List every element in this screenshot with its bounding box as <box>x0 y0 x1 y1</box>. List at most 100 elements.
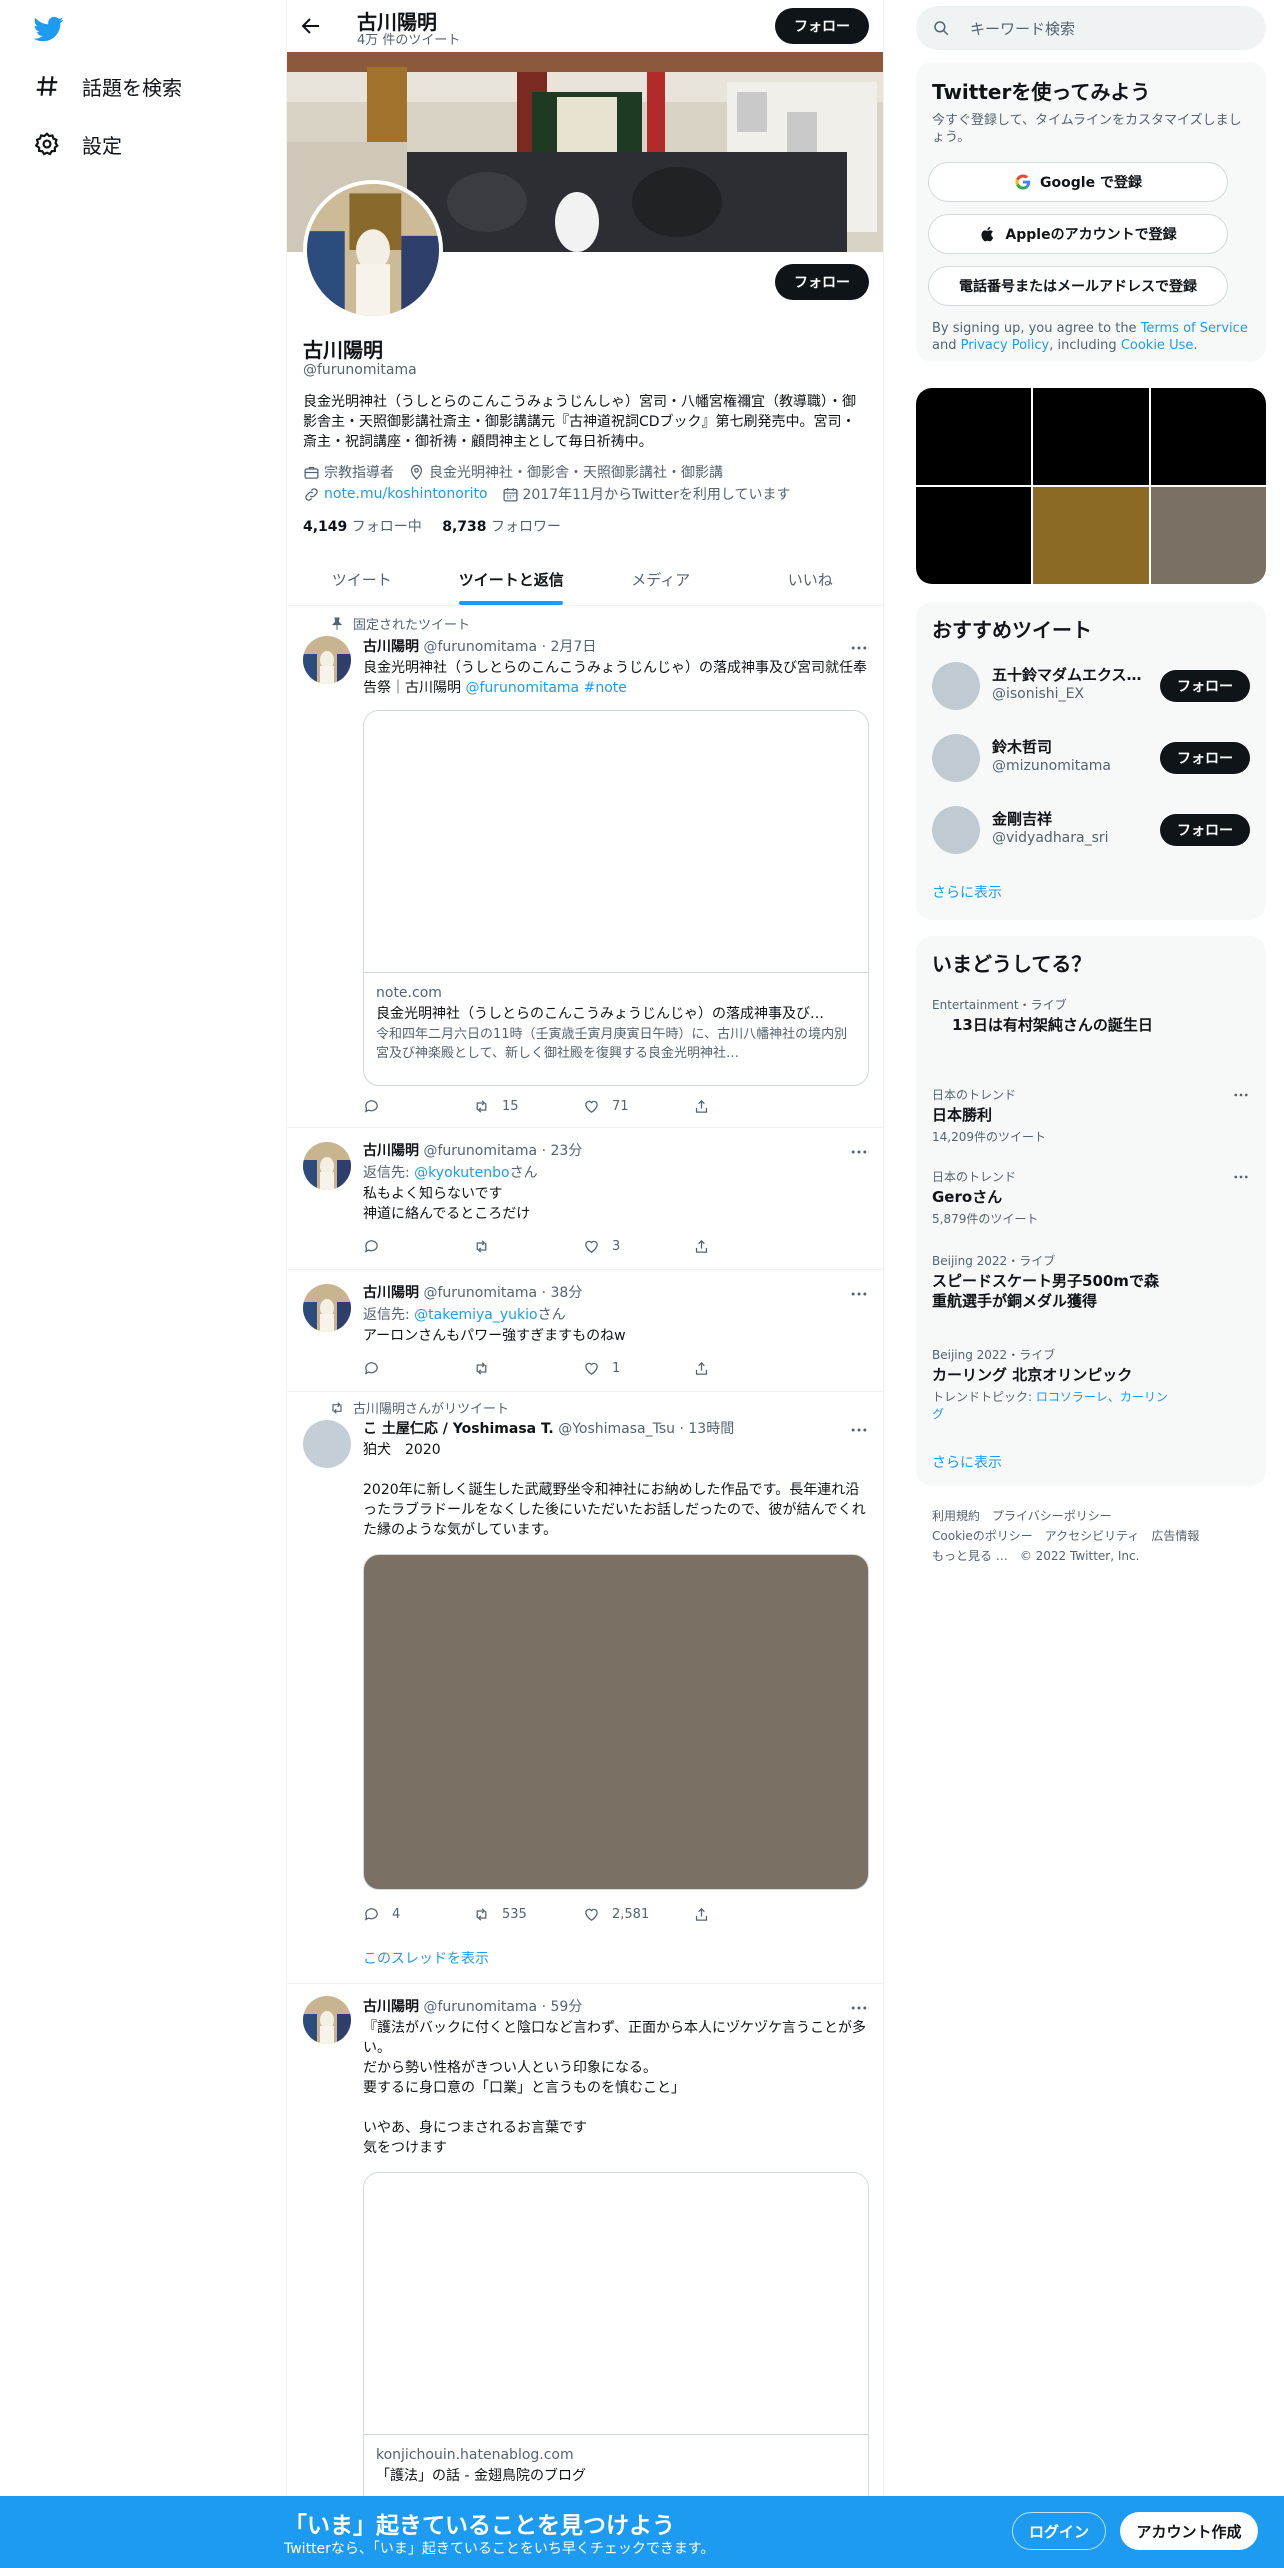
google-signup-button[interactable]: Google で登録 <box>928 162 1228 202</box>
retweet-button[interactable] <box>473 1358 583 1378</box>
tweet-author-name[interactable]: こ 土屋仁応 / Yoshimasa T. <box>363 1421 554 1437</box>
avatar[interactable] <box>932 734 980 782</box>
tweet-author-name[interactable]: 古川陽明 <box>363 1999 419 2015</box>
back-arrow-icon[interactable] <box>299 14 323 38</box>
trend-item[interactable]: Beijing 2022・ライブ スピードスケート男子500mで森重航選手が銅メ… <box>932 1252 1172 1311</box>
tweet-time[interactable]: 13時間 <box>688 1421 734 1437</box>
tweet-reply-2[interactable]: 古川陽明 @furunomitama · 38分 返信先: @takemiya_… <box>287 1270 883 1392</box>
profile-follow-button[interactable]: フォロー <box>775 264 869 300</box>
more-options-icon[interactable] <box>1232 1168 1250 1186</box>
tweet-time[interactable]: 23分 <box>551 1143 583 1159</box>
tweet-pinned[interactable]: 固定されたツイート 古川陽明 @furunomitama · 2月7日 良金光明… <box>287 606 883 1128</box>
like-button[interactable]: 1 <box>583 1358 693 1378</box>
avatar[interactable] <box>303 636 351 684</box>
reply-button[interactable]: 4 <box>363 1904 473 1924</box>
footer-link[interactable]: 広告情報 <box>1151 1529 1199 1543</box>
signup-button[interactable]: アカウント作成 <box>1120 2512 1258 2550</box>
recommend-follow-button[interactable]: フォロー <box>1160 814 1250 846</box>
reply-to-link[interactable]: @kyokutenbo <box>414 1165 509 1181</box>
tweet-author-handle[interactable]: @Yoshimasa_Tsu <box>558 1421 675 1437</box>
tab-media[interactable]: メディア <box>586 554 736 605</box>
reply-button[interactable] <box>363 1236 473 1256</box>
recommend-user[interactable]: 鈴木哲司 @mizunomitama フォロー <box>932 730 1250 786</box>
terms-link[interactable]: Terms of Service <box>1141 321 1248 336</box>
show-thread-link[interactable]: このスレッドを表示 <box>363 1948 489 1968</box>
avatar[interactable] <box>303 1142 351 1190</box>
nav-explore[interactable]: 話題を検索 <box>34 66 182 106</box>
recommend-follow-button[interactable]: フォロー <box>1160 670 1250 702</box>
tweet-author-handle[interactable]: @furunomitama <box>423 639 537 655</box>
tweet-author-handle[interactable]: @furunomitama <box>423 1285 537 1301</box>
privacy-link[interactable]: Privacy Policy <box>961 338 1050 353</box>
avatar[interactable] <box>303 1420 351 1468</box>
tab-tweets[interactable]: ツイート <box>287 554 437 605</box>
recommend-follow-button[interactable]: フォロー <box>1160 742 1250 774</box>
tweet-author-handle[interactable]: @furunomitama <box>423 1999 537 2015</box>
footer-more-link[interactable]: もっと見る … <box>932 1549 1008 1563</box>
tweet-retweet[interactable]: 古川陽明さんがリツイート こ 土屋仁応 / Yoshimasa T. @Yosh… <box>287 1392 883 1984</box>
more-options-icon[interactable] <box>849 1420 869 1440</box>
phone-email-signup-button[interactable]: 電話番号またはメールアドレスで登録 <box>928 266 1228 306</box>
tab-tweets-and-replies[interactable]: ツイートと返信 <box>437 554 587 605</box>
avatar[interactable] <box>303 1996 351 2044</box>
share-button[interactable] <box>693 1096 803 1116</box>
like-button[interactable]: 3 <box>583 1236 693 1256</box>
retweet-button[interactable]: 15 <box>473 1096 583 1116</box>
like-button[interactable]: 71 <box>583 1096 693 1116</box>
more-options-icon[interactable] <box>849 1142 869 1162</box>
more-options-icon[interactable] <box>849 1284 869 1304</box>
tweet-author-handle[interactable]: @furunomitama <box>423 1143 537 1159</box>
share-button[interactable] <box>693 1904 803 1924</box>
share-button[interactable] <box>693 1236 803 1256</box>
recommend-user[interactable]: 金剛吉祥 @vidyadhara_sri フォロー <box>932 802 1250 858</box>
tweet-author-name[interactable]: 古川陽明 <box>363 1285 419 1301</box>
following-link[interactable]: 4,149 フォロー中 <box>303 519 422 535</box>
tweet-latest[interactable]: 古川陽明 @furunomitama · 59分 『護法がバックに付くと陰口など… <box>287 1984 883 2568</box>
media-thumb[interactable] <box>1033 487 1149 584</box>
tweet-author-name[interactable]: 古川陽明 <box>363 1143 419 1159</box>
more-options-icon[interactable] <box>1232 1086 1250 1104</box>
tweet-time[interactable]: 59分 <box>551 1999 583 2015</box>
retweet-button[interactable]: 535 <box>473 1904 583 1924</box>
trend-item[interactable]: Beijing 2022・ライブ カーリング 北京オリンピック トレンドトピック… <box>932 1346 1172 1422</box>
retweet-button[interactable] <box>473 1236 583 1256</box>
avatar[interactable] <box>932 806 980 854</box>
tweet-photo[interactable] <box>363 1554 869 1890</box>
link-card[interactable]: note.com 良金光明神社（うしとらのこんこうみょうじんじゃ）の落成神事及び… <box>363 710 869 1086</box>
media-thumb[interactable] <box>1150 388 1266 485</box>
twitter-bird-icon[interactable] <box>32 14 66 44</box>
footer-link[interactable]: プライバシーポリシー <box>992 1509 1112 1523</box>
footer-link[interactable]: アクセシビリティ <box>1045 1529 1140 1543</box>
tweet-author-name[interactable]: 古川陽明 <box>363 639 419 655</box>
login-button[interactable]: ログイン <box>1012 2512 1106 2550</box>
tweet-time[interactable]: 38分 <box>551 1285 583 1301</box>
recommend-show-more[interactable]: さらに表示 <box>932 882 1002 902</box>
media-thumb[interactable] <box>1150 487 1266 584</box>
media-thumb[interactable] <box>916 487 1032 584</box>
media-thumb[interactable] <box>1033 388 1149 485</box>
footer-link[interactable]: 利用規約 <box>932 1509 980 1523</box>
trend-item[interactable]: Entertainment・ライブ 13日は有村架純さんの誕生日 <box>932 996 1250 1035</box>
tweet-links[interactable]: @furunomitama #note <box>465 680 626 696</box>
tab-likes[interactable]: いいね <box>736 554 884 605</box>
trends-show-more[interactable]: さらに表示 <box>932 1452 1002 1472</box>
more-options-icon[interactable] <box>849 1998 869 2018</box>
tweet-reply-1[interactable]: 古川陽明 @furunomitama · 23分 返信先: @kyokutenb… <box>287 1128 883 1270</box>
share-button[interactable] <box>693 1358 803 1378</box>
footer-link[interactable]: Cookieのポリシー <box>932 1529 1033 1543</box>
profile-avatar[interactable] <box>303 180 443 320</box>
avatar[interactable] <box>303 1284 351 1332</box>
apple-signup-button[interactable]: Appleのアカウントで登録 <box>928 214 1228 254</box>
avatar[interactable] <box>932 662 980 710</box>
media-thumb[interactable] <box>916 388 1032 485</box>
tweet-time[interactable]: 2月7日 <box>551 639 597 655</box>
reply-button[interactable] <box>363 1358 473 1378</box>
link-card[interactable]: konjichouin.hatenablog.com 「護法」の話 - 金翅鳥院… <box>363 2172 869 2512</box>
reply-to-link[interactable]: @takemiya_yukio <box>414 1307 537 1323</box>
trend-item[interactable]: 日本のトレンド Geroさん 5,879件のツイート <box>932 1168 1250 1227</box>
like-button[interactable]: 2,581 <box>583 1904 693 1924</box>
reply-button[interactable] <box>363 1096 473 1116</box>
header-follow-button[interactable]: フォロー <box>775 8 869 44</box>
recommend-user[interactable]: 五十鈴マダムエクス… @isonishi_EX フォロー <box>932 658 1250 714</box>
nav-settings[interactable]: 設定 <box>34 124 122 164</box>
